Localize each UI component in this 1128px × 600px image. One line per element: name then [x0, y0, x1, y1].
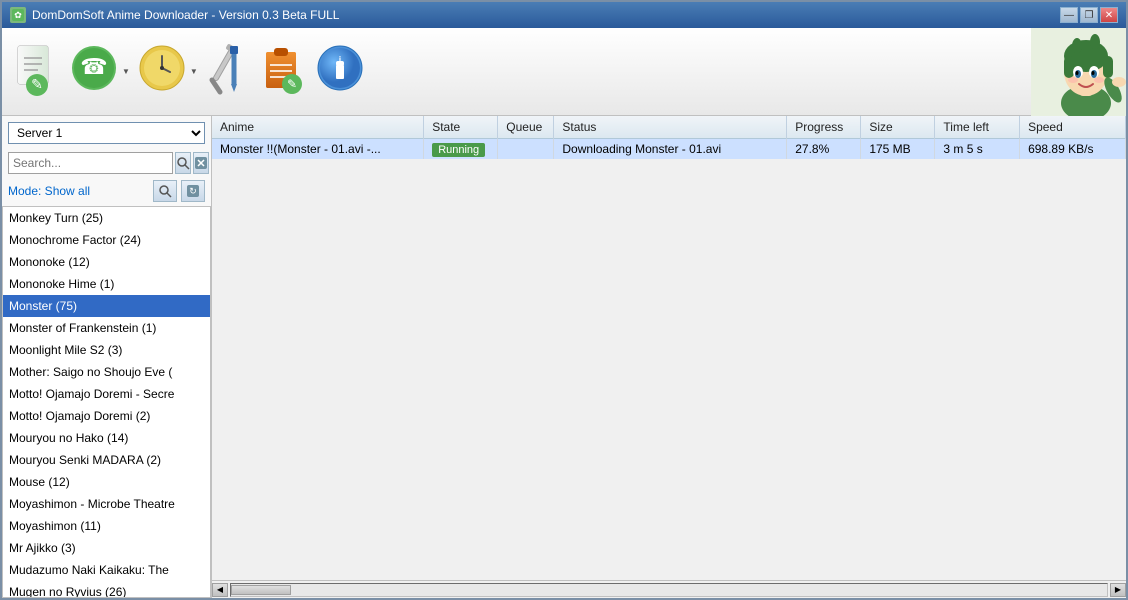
list-item[interactable]: Mudazumo Naki Kaikaku: The [3, 559, 210, 581]
scroll-left-button[interactable]: ◀ [212, 583, 228, 597]
mode-refresh-button[interactable]: ↻ [181, 180, 205, 202]
list-item[interactable]: Mouryou Senki MADARA (2) [3, 449, 210, 471]
table-header: Anime State Queue Status Progress Size T… [212, 116, 1126, 139]
info-button[interactable]: i [314, 42, 366, 102]
col-speed: Speed [1020, 116, 1126, 139]
list-item[interactable]: Motto! Ojamajo Doremi - Secre [3, 383, 210, 405]
schedule-button[interactable] [136, 42, 188, 102]
toolbar: ✎ ☎ ▼ [2, 28, 1126, 116]
col-timeleft: Time left [935, 116, 1020, 139]
anime-list: Monkey Turn (25)Monochrome Factor (24)Mo… [2, 206, 211, 598]
server-select[interactable]: Server 1 [8, 122, 205, 144]
list-item[interactable]: Moyashimon - Microbe Theatre [3, 493, 210, 515]
cell-speed: 698.89 KB/s [1020, 139, 1126, 160]
scrollbar-thumb[interactable] [231, 585, 291, 595]
list-item[interactable]: Monster of Frankenstein (1) [3, 317, 210, 339]
app-window: ✿ DomDomSoft Anime Downloader - Version … [0, 0, 1128, 600]
minimize-button[interactable]: — [1060, 7, 1078, 23]
list-item[interactable]: Moonlight Mile S2 (3) [3, 339, 210, 361]
downloads-table-wrap: Anime State Queue Status Progress Size T… [212, 116, 1126, 580]
sidebar: Server 1 [2, 116, 212, 598]
mode-search-button[interactable] [153, 180, 177, 202]
connect-button[interactable]: ☎ [68, 42, 120, 102]
list-item[interactable]: Mr Ajikko (3) [3, 537, 210, 559]
restore-button[interactable]: ❐ [1080, 7, 1098, 23]
scrollbar-track[interactable] [230, 583, 1108, 597]
window-controls: — ❐ ✕ [1060, 7, 1118, 23]
connect-dropdown-arrow[interactable]: ▼ [122, 67, 130, 76]
mode-label: Mode: Show all [8, 184, 149, 198]
scrollbar-track-area [230, 583, 1108, 597]
search-row [8, 152, 205, 174]
list-item[interactable]: Mouse (12) [3, 471, 210, 493]
clear-search-button[interactable] [193, 152, 209, 174]
search-input[interactable] [8, 152, 173, 174]
cell-state: Running [424, 139, 498, 160]
downloads-tbody: Monster !!(Monster - 01.avi -...Running D… [212, 139, 1126, 160]
list-item[interactable]: Mononoke (12) [3, 251, 210, 273]
col-progress: Progress [787, 116, 861, 139]
content-area: Anime State Queue Status Progress Size T… [212, 116, 1126, 598]
mascot-image [1026, 28, 1126, 116]
search-button[interactable] [175, 152, 191, 174]
settings-button[interactable] [204, 42, 250, 102]
schedule-button-wrap: ▼ [136, 42, 198, 102]
cell-size: 175 MB [861, 139, 935, 160]
list-item[interactable]: Mouryou no Hako (14) [3, 427, 210, 449]
title-bar-left: ✿ DomDomSoft Anime Downloader - Version … [10, 7, 339, 23]
downloads-table: Anime State Queue Status Progress Size T… [212, 116, 1126, 159]
title-bar: ✿ DomDomSoft Anime Downloader - Version … [2, 2, 1126, 28]
app-icon: ✿ [10, 7, 26, 23]
svg-text:☎: ☎ [80, 54, 107, 79]
col-status: Status [554, 116, 787, 139]
window-title: DomDomSoft Anime Downloader - Version 0.… [32, 8, 339, 22]
scroll-right-button[interactable]: ▶ [1110, 583, 1126, 597]
schedule-dropdown-arrow[interactable]: ▼ [190, 67, 198, 76]
list-item[interactable]: Motto! Ojamajo Doremi (2) [3, 405, 210, 427]
svg-text:✎: ✎ [31, 76, 43, 92]
cell-status: Downloading Monster - 01.avi [554, 139, 787, 160]
cell-anime: Monster !!(Monster - 01.avi -... [212, 139, 424, 160]
list-item[interactable]: Mother: Saigo no Shoujo Eve ( [3, 361, 210, 383]
main-area: Server 1 [2, 116, 1126, 598]
list-item[interactable]: Monochrome Factor (24) [3, 229, 210, 251]
list-item[interactable]: Mononoke Hime (1) [3, 273, 210, 295]
list-item[interactable]: Monkey Turn (25) [3, 207, 210, 229]
cell-progress: 27.8% [787, 139, 861, 160]
col-state: State [424, 116, 498, 139]
svg-text:✿: ✿ [14, 10, 22, 20]
mode-row: Mode: Show all ↻ [8, 180, 205, 202]
table-row[interactable]: Monster !!(Monster - 01.avi -...Running D… [212, 139, 1126, 160]
col-anime: Anime [212, 116, 424, 139]
connect-button-wrap: ☎ ▼ [68, 42, 130, 102]
cell-queue [498, 139, 554, 160]
new-button[interactable]: ✎ [10, 42, 62, 102]
horizontal-scrollbar: ◀ ▶ [212, 580, 1126, 598]
svg-text:✎: ✎ [287, 77, 297, 91]
col-size: Size [861, 116, 935, 139]
list-button[interactable]: ✎ [256, 42, 308, 102]
server-dropdown-row: Server 1 [8, 122, 205, 144]
cell-timeleft: 3 m 5 s [935, 139, 1020, 160]
close-button[interactable]: ✕ [1100, 7, 1118, 23]
list-item[interactable]: Mugen no Ryvius (26) [3, 581, 210, 598]
col-queue: Queue [498, 116, 554, 139]
list-item[interactable]: Moyashimon (11) [3, 515, 210, 537]
toolbar-icons: ✎ ☎ ▼ [10, 42, 366, 102]
list-item[interactable]: Monster (75) [3, 295, 210, 317]
svg-text:↻: ↻ [189, 186, 197, 196]
